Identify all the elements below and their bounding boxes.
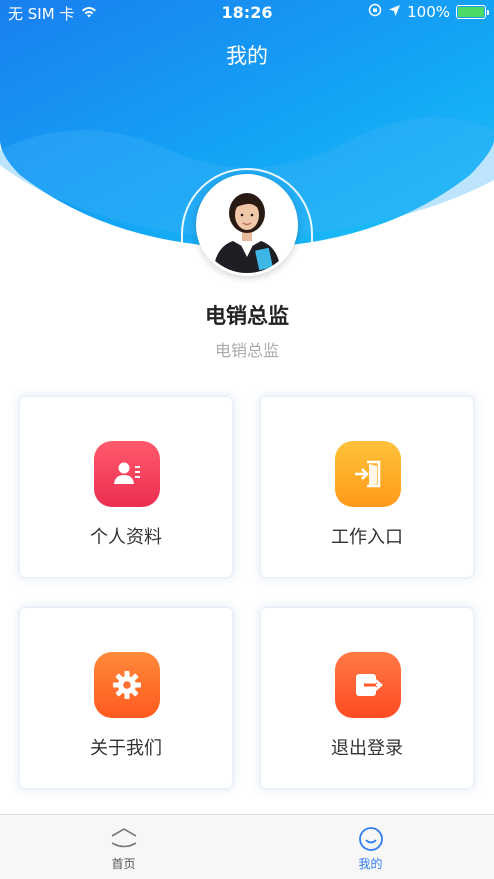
avatar[interactable] (196, 174, 298, 276)
page-title: 我的 (226, 44, 268, 68)
tab-home-label: 首页 (111, 857, 136, 871)
status-right: 100% (368, 3, 489, 21)
gear-icon (94, 652, 160, 718)
user-role: 电销总监 (214, 341, 279, 360)
menu-card-work-entry[interactable]: 工作入口 (260, 396, 474, 578)
menu-label-logout: 退出登录 (331, 738, 403, 759)
status-bar: 无 SIM 卡 18:26 100% (0, 0, 494, 26)
door-enter-icon (335, 441, 401, 507)
location-arrow-icon (388, 3, 401, 21)
menu-label-about-us: 关于我们 (90, 738, 162, 759)
menu-card-logout[interactable]: 退出登录 (260, 607, 474, 789)
logout-icon (335, 652, 401, 718)
menu-label-work-entry: 工作入口 (331, 527, 403, 548)
tab-home[interactable]: 首页 (0, 815, 247, 879)
tab-mine[interactable]: 我的 (247, 815, 494, 879)
smile-face-icon (357, 825, 385, 853)
battery-percent: 100% (407, 3, 450, 21)
tab-mine-label: 我的 (358, 857, 383, 871)
bottom-tab-bar: 首页 我的 (0, 814, 494, 879)
avatar-portrait (199, 177, 295, 273)
home-icon (109, 825, 139, 853)
user-name: 电销总监 (205, 304, 289, 328)
battery-icon (456, 5, 489, 19)
menu-card-about-us[interactable]: 关于我们 (19, 607, 233, 789)
menu-card-profile[interactable]: 个人资料 (19, 396, 233, 578)
profile-card-icon (94, 441, 160, 507)
rotation-lock-icon (368, 3, 382, 21)
menu-label-profile: 个人资料 (90, 527, 162, 548)
